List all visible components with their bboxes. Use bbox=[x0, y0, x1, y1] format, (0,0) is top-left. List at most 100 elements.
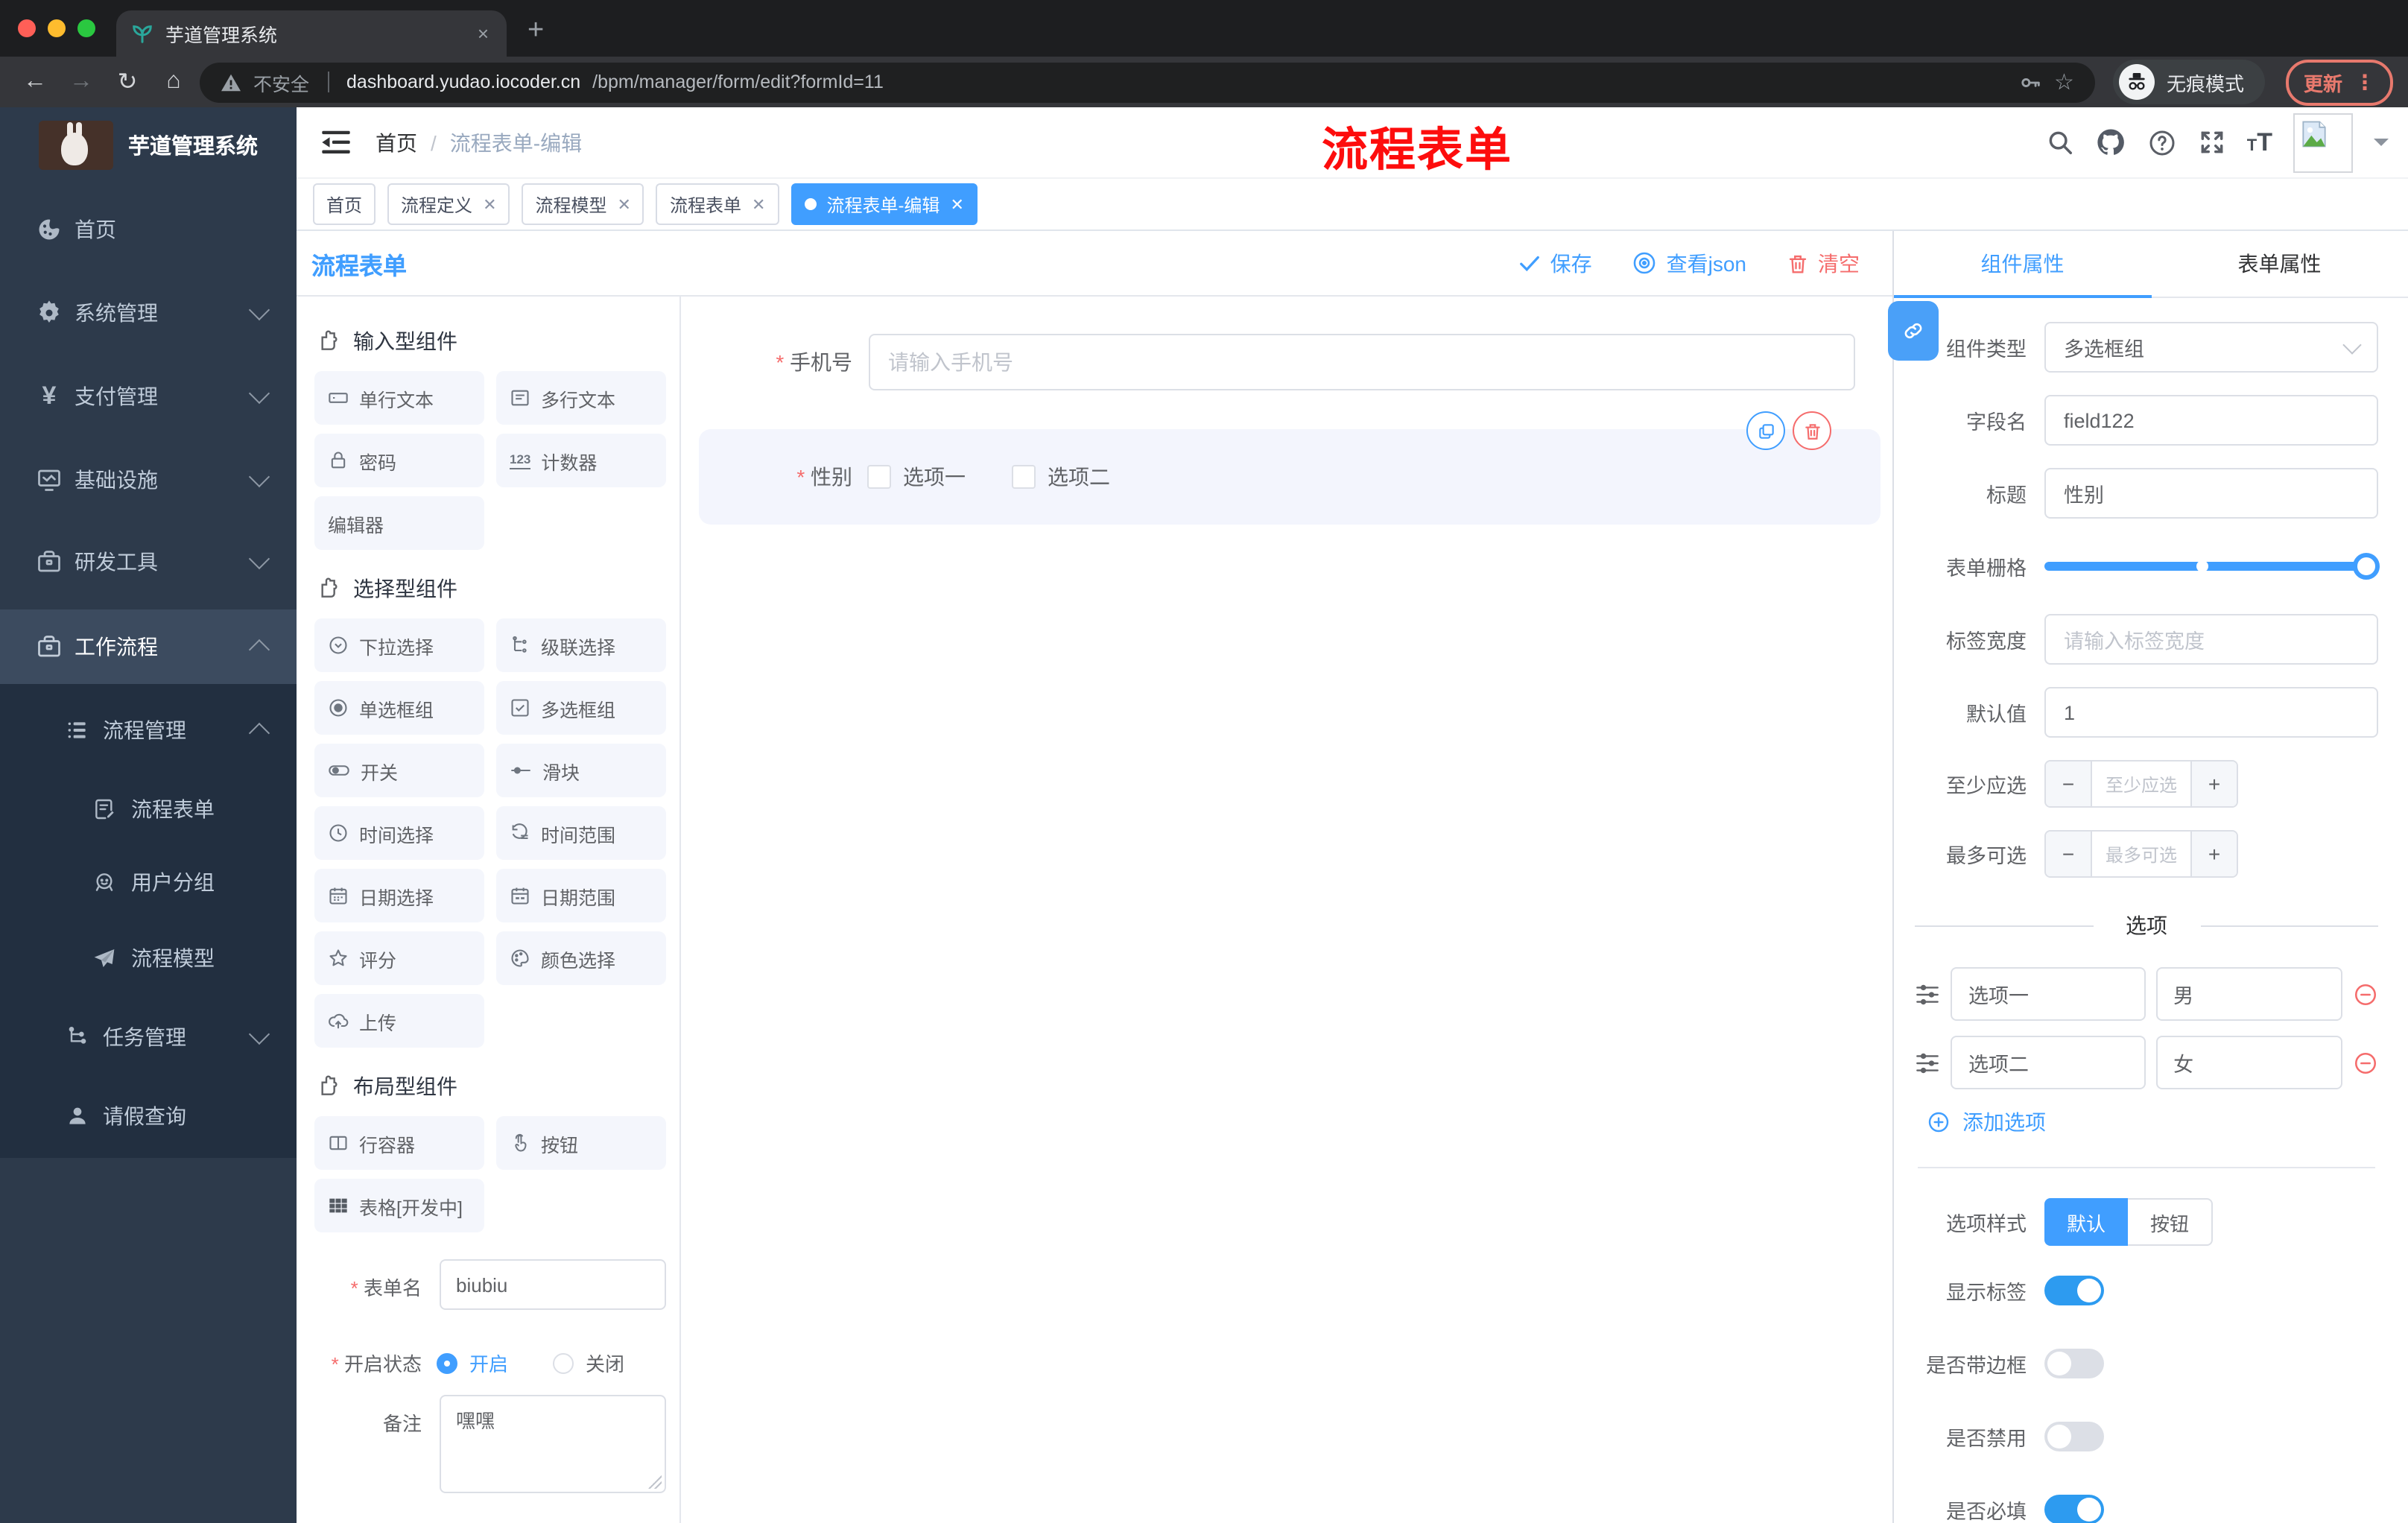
link-badge[interactable] bbox=[1888, 301, 1939, 361]
reload-button[interactable]: ↻ bbox=[107, 67, 148, 97]
sidebar-item-workflow[interactable]: 工作流程 bbox=[0, 609, 297, 684]
phone-input[interactable]: 请输入手机号 bbox=[869, 334, 1855, 390]
palette-item-counter[interactable]: 123 计数器 bbox=[496, 434, 666, 487]
palette-item-time-picker[interactable]: 时间选择 bbox=[314, 806, 484, 860]
palette-item-multi-text[interactable]: 多行文本 bbox=[496, 371, 666, 425]
sidebar-item-system[interactable]: 系统管理 bbox=[0, 276, 297, 350]
new-tab-button[interactable]: + bbox=[527, 15, 544, 48]
forward-button[interactable]: → bbox=[61, 69, 101, 95]
palette-item-button[interactable]: 按钮 bbox=[496, 1116, 666, 1170]
status-on-radio[interactable] bbox=[437, 1352, 457, 1373]
title-input[interactable]: 性别 bbox=[2044, 468, 2378, 519]
avatar-caret-icon[interactable] bbox=[2374, 139, 2389, 153]
tag-home[interactable]: 首页 bbox=[313, 183, 376, 225]
sidebar-item-process-mgmt[interactable]: 流程管理 bbox=[0, 693, 297, 767]
sidebar-collapse-icon[interactable] bbox=[322, 130, 350, 155]
stepper-minus-button[interactable]: − bbox=[2046, 762, 2092, 806]
tag-process-definition[interactable]: 流程定义 ✕ bbox=[387, 183, 510, 225]
checkbox-icon[interactable] bbox=[1012, 465, 1036, 489]
tab-component-props[interactable]: 组件属性 bbox=[1894, 231, 2151, 298]
palette-item-row-container[interactable]: 行容器 bbox=[314, 1116, 484, 1170]
sidebar-item-devtools[interactable]: 研发工具 bbox=[0, 525, 297, 599]
checkbox-icon[interactable] bbox=[867, 465, 891, 489]
tag-process-form[interactable]: 流程表单 ✕ bbox=[656, 183, 779, 225]
status-on-label[interactable]: 开启 bbox=[469, 1349, 508, 1377]
font-size-icon[interactable]: TT bbox=[2247, 127, 2272, 157]
password-key-icon[interactable] bbox=[2017, 69, 2042, 95]
sidebar-item-user-group[interactable]: 用户分组 bbox=[0, 845, 297, 919]
help-icon[interactable] bbox=[2147, 127, 2177, 157]
stepper-plus-button[interactable]: + bbox=[2190, 832, 2237, 876]
selected-component-gender[interactable]: * 性别 选项一 选项二 bbox=[699, 411, 1881, 525]
sidebar-item-leave-query[interactable]: 请假查询 bbox=[0, 1079, 297, 1153]
search-icon[interactable] bbox=[2046, 128, 2074, 156]
stepper-minus-button[interactable]: − bbox=[2046, 832, 2092, 876]
option-label-input[interactable]: 选项二 bbox=[1951, 1036, 2146, 1089]
phone-field-row[interactable]: * 手机号 请输入手机号 bbox=[682, 334, 1855, 390]
field-name-input[interactable]: field122 bbox=[2044, 395, 2378, 446]
form-canvas[interactable]: * 手机号 请输入手机号 * 性别 选项一 选项二 bbox=[682, 297, 1892, 1523]
tag-close-icon[interactable]: ✕ bbox=[752, 194, 765, 214]
palette-item-time-range[interactable]: 时间范围 bbox=[496, 806, 666, 860]
maximize-window-button[interactable] bbox=[77, 19, 95, 37]
remark-textarea[interactable]: 嘿嘿 bbox=[440, 1395, 666, 1493]
slider-handle[interactable] bbox=[2353, 553, 2380, 580]
view-json-button[interactable]: 查看json bbox=[1632, 248, 1746, 278]
style-button-button[interactable]: 按钮 bbox=[2128, 1198, 2214, 1246]
browser-update-button[interactable]: 更新 ⋮ bbox=[2285, 59, 2393, 105]
palette-item-color-picker[interactable]: 颜色选择 bbox=[496, 931, 666, 985]
remove-option-icon[interactable] bbox=[2353, 1050, 2378, 1075]
gender-field-row[interactable]: * 性别 选项一 选项二 bbox=[699, 429, 1881, 525]
clear-button[interactable]: 清空 bbox=[1787, 248, 1860, 278]
form-grid-slider[interactable] bbox=[2044, 553, 2380, 580]
save-button[interactable]: 保存 bbox=[1519, 248, 1592, 278]
sidebar-item-process-model[interactable]: 流程模型 bbox=[0, 921, 297, 995]
palette-item-rate[interactable]: 评分 bbox=[314, 931, 484, 985]
sidebar-item-payment[interactable]: ¥ 支付管理 bbox=[0, 359, 297, 434]
drag-handle-icon[interactable] bbox=[1915, 983, 1940, 1005]
component-type-select[interactable]: 多选框组 bbox=[2044, 322, 2378, 373]
drag-handle-icon[interactable] bbox=[1915, 1051, 1940, 1074]
browser-tab[interactable]: 芋道管理系统 × bbox=[116, 10, 507, 57]
palette-item-date-picker[interactable]: 日期选择 bbox=[314, 869, 484, 922]
tab-close-icon[interactable]: × bbox=[475, 22, 492, 45]
tag-process-form-edit[interactable]: 流程表单-编辑 ✕ bbox=[790, 183, 978, 225]
address-bar[interactable]: 不安全 dashboard.yudao.iocoder.cn/bpm/manag… bbox=[200, 62, 2095, 102]
label-width-input[interactable]: 请输入标签宽度 bbox=[2044, 614, 2378, 665]
breadcrumb-home[interactable]: 首页 bbox=[376, 127, 417, 157]
palette-item-upload[interactable]: 上传 bbox=[314, 994, 484, 1048]
sidebar-item-process-form[interactable]: 流程表单 bbox=[0, 772, 297, 846]
palette-item-slider[interactable]: 滑块 bbox=[496, 744, 666, 797]
tab-form-props[interactable]: 表单属性 bbox=[2151, 231, 2408, 297]
github-icon[interactable] bbox=[2095, 127, 2126, 158]
fullscreen-icon[interactable] bbox=[2198, 128, 2226, 156]
delete-component-button[interactable] bbox=[1793, 411, 1831, 450]
border-toggle[interactable] bbox=[2044, 1349, 2104, 1378]
status-off-label[interactable]: 关闭 bbox=[586, 1349, 624, 1377]
default-value-input[interactable]: 1 bbox=[2044, 687, 2378, 738]
window-controls[interactable] bbox=[0, 0, 116, 57]
palette-item-table[interactable]: 表格[开发中] bbox=[314, 1179, 484, 1232]
option-value-input[interactable]: 男 bbox=[2155, 967, 2342, 1021]
stepper-plus-button[interactable]: + bbox=[2190, 762, 2237, 806]
add-option-button[interactable]: 添加选项 bbox=[1927, 1107, 2378, 1137]
stepper-value[interactable]: 最多可选 bbox=[2092, 832, 2190, 876]
status-off-radio[interactable] bbox=[553, 1352, 574, 1373]
palette-item-switch[interactable]: 开关 bbox=[314, 744, 484, 797]
close-window-button[interactable] bbox=[18, 19, 36, 37]
sidebar-logo-row[interactable]: 芋道管理系统 bbox=[0, 107, 297, 170]
palette-item-cascader[interactable]: 级联选择 bbox=[496, 618, 666, 672]
sidebar-item-task-mgmt[interactable]: 任务管理 bbox=[0, 1000, 297, 1074]
browser-menu-icon[interactable]: ⋮ bbox=[2354, 69, 2375, 95]
sidebar-item-home[interactable]: 首页 bbox=[0, 192, 297, 267]
palette-item-select[interactable]: 下拉选择 bbox=[314, 618, 484, 672]
tag-close-icon[interactable]: ✕ bbox=[483, 194, 496, 214]
sidebar-item-infrastructure[interactable]: 基础设施 bbox=[0, 443, 297, 517]
palette-item-checkbox-group[interactable]: 多选框组 bbox=[496, 681, 666, 735]
tag-close-icon[interactable]: ✕ bbox=[618, 194, 631, 214]
style-default-button[interactable]: 默认 bbox=[2044, 1198, 2129, 1246]
bookmark-star-icon[interactable]: ☆ bbox=[2054, 69, 2074, 95]
back-button[interactable]: ← bbox=[15, 69, 55, 95]
minimize-window-button[interactable] bbox=[48, 19, 66, 37]
palette-item-password[interactable]: 密码 bbox=[314, 434, 484, 487]
